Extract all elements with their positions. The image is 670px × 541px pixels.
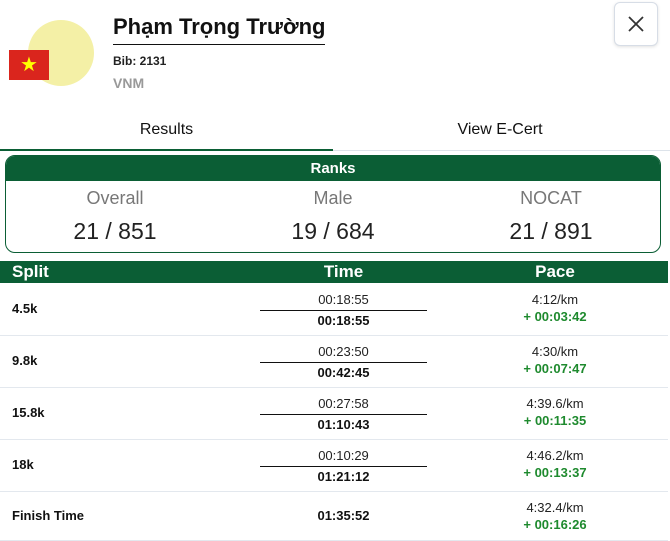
rank-value: 21 / 851	[73, 218, 157, 244]
tab-bar: Results View E-Cert	[0, 112, 670, 151]
split-time: 00:27:58	[260, 396, 427, 415]
country-code: VNM	[113, 75, 145, 91]
finish-pace: 4:32.4/km + 00:16:26	[480, 500, 630, 532]
rank-nocat: NOCAT 21 / 891	[442, 188, 660, 245]
split-row: 15.8k 00:27:58 01:10:43 4:39.6/km + 00:1…	[0, 387, 668, 440]
split-times: 00:23:50 00:42:45	[260, 344, 427, 380]
pace-value: 4:39.6/km	[526, 396, 584, 411]
close-icon	[628, 16, 644, 32]
split-time: 00:23:50	[260, 344, 427, 363]
split-pace: 4:12/km + 00:03:42	[480, 292, 630, 324]
split-times: 00:18:55 00:18:55	[260, 292, 427, 328]
cumulative-time: 01:21:12	[317, 469, 370, 484]
tab-results[interactable]: Results	[0, 112, 333, 151]
rank-male: Male 19 / 684	[224, 188, 442, 245]
rank-value: 19 / 684	[291, 218, 375, 244]
gap-value: + 00:11:35	[523, 413, 587, 428]
finish-time: 01:35:52	[317, 508, 370, 523]
rank-label: NOCAT	[520, 188, 582, 208]
flag-star: ★	[20, 54, 38, 76]
vietnam-flag-icon: ★	[9, 50, 49, 80]
split-row: 4.5k 00:18:55 00:18:55 4:12/km + 00:03:4…	[0, 283, 668, 336]
tab-view-e-cert[interactable]: View E-Cert	[333, 112, 667, 149]
split-row: 9.8k 00:23:50 00:42:45 4:30/km + 00:07:4…	[0, 335, 668, 388]
cumulative-time: 00:42:45	[317, 365, 370, 380]
ranks-panel: Ranks Overall 21 / 851 Male 19 / 684 NOC…	[5, 155, 661, 253]
pace-value: 4:30/km	[531, 344, 579, 359]
finish-label: Finish Time	[12, 508, 84, 523]
splits-header: Split Time Pace	[0, 261, 668, 283]
pace-value: 4:46.2/km	[526, 448, 584, 463]
athlete-header: ★ Phạm Trọng Trường Bib: 2131 VNM	[0, 0, 670, 112]
split-label: 4.5k	[12, 301, 38, 316]
rank-label: Male	[313, 188, 353, 208]
gap-value: + 00:13:37	[523, 465, 587, 480]
close-button[interactable]	[614, 2, 658, 46]
split-label: 9.8k	[12, 353, 38, 368]
finish-row: Finish Time 01:35:52 4:32.4/km + 00:16:2…	[0, 491, 668, 541]
ranks-title: Ranks	[6, 156, 660, 181]
gap-value: + 00:03:42	[523, 309, 587, 324]
split-times: 00:27:58 01:10:43	[260, 396, 427, 432]
split-pace: 4:30/km + 00:07:47	[480, 344, 630, 376]
split-time: 00:10:29	[260, 448, 427, 467]
rank-overall: Overall 21 / 851	[6, 188, 224, 245]
gap-value: + 00:07:47	[523, 361, 587, 376]
rank-label: Overall	[86, 188, 144, 208]
split-pace: 4:46.2/km + 00:13:37	[480, 448, 630, 480]
split-column-header: Split	[12, 262, 49, 281]
rank-value: 21 / 891	[509, 218, 593, 244]
split-label: 18k	[12, 457, 34, 472]
pace-value: 4:32.4/km	[526, 500, 584, 515]
cumulative-time: 00:18:55	[317, 313, 370, 328]
bib-number: Bib: 2131	[113, 54, 167, 68]
split-time: 00:18:55	[260, 292, 427, 311]
athlete-name: Phạm Trọng Trường	[113, 14, 326, 45]
split-label: 15.8k	[12, 405, 45, 420]
split-times: 00:10:29 01:21:12	[260, 448, 427, 484]
pace-value: 4:12/km	[531, 292, 579, 307]
gap-value: + 00:16:26	[523, 517, 587, 532]
pace-column-header: Pace	[535, 262, 575, 281]
time-column-header: Time	[323, 262, 364, 281]
split-pace: 4:39.6/km + 00:11:35	[480, 396, 630, 428]
split-row: 18k 00:10:29 01:21:12 4:46.2/km + 00:13:…	[0, 439, 668, 492]
cumulative-time: 01:10:43	[317, 417, 370, 432]
